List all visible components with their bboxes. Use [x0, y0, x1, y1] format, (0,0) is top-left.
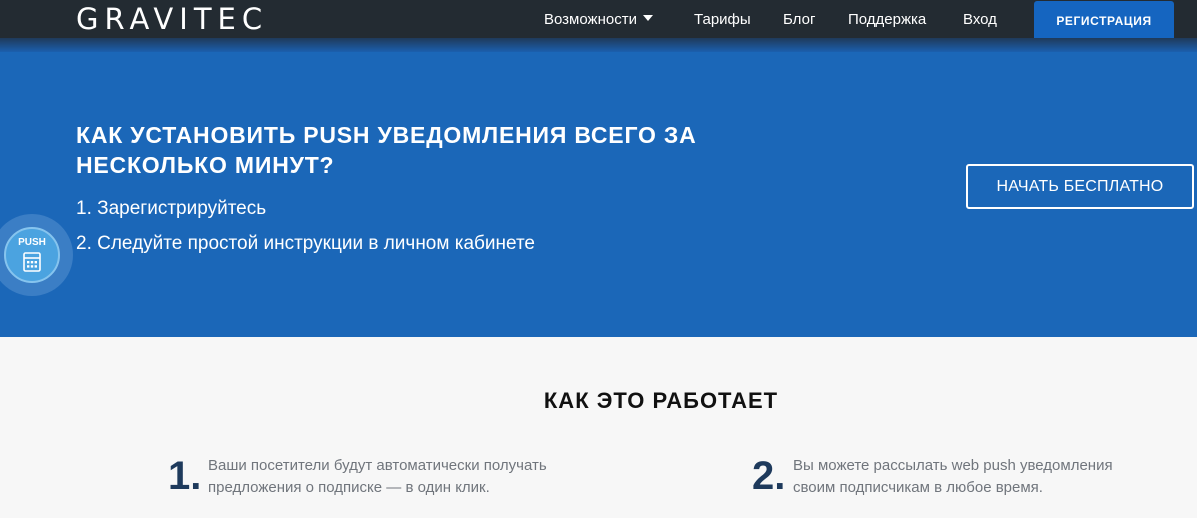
how-it-works-title: КАК ЭТО РАБОТАЕТ — [543, 388, 779, 413]
nav-item-features-label: Возможности — [544, 11, 637, 28]
hero-step-1: 1. Зарегистрируйтесь — [76, 198, 267, 219]
step-number-1: 1. — [168, 454, 202, 498]
header-divider — [0, 38, 1197, 52]
site-header: GRAVITEC Возможности Тарифы Блог Поддерж… — [0, 0, 1197, 41]
register-button[interactable]: РЕГИСТРАЦИЯ — [1034, 1, 1174, 41]
nav-item-blog[interactable]: Блог — [783, 11, 815, 29]
hero-banner: КАК УСТАНОВИТЬ PUSH УВЕДОМЛЕНИЯ ВСЕГО ЗА… — [0, 52, 1197, 337]
step-text-1: Ваши посетители будут автоматически полу… — [208, 457, 547, 496]
calendar-icon — [23, 252, 41, 272]
hero-title: КАК УСТАНОВИТЬ PUSH УВЕДОМЛЕНИЯ ВСЕГО ЗА… — [76, 122, 697, 178]
chevron-down-icon — [642, 15, 653, 22]
step-number-2: 2. — [752, 454, 786, 498]
nav-item-features[interactable]: Возможности — [544, 11, 653, 29]
push-widget-label: PUSH — [18, 237, 46, 248]
push-widget-button[interactable]: PUSH — [4, 227, 60, 283]
hero-step-2: 2. Следуйте простой инструкции в личном … — [76, 233, 535, 254]
nav-item-pricing[interactable]: Тарифы — [694, 11, 751, 29]
nav-item-login[interactable]: Вход — [963, 11, 997, 29]
step-text-2: Вы можете рассылать web push уведомления… — [793, 457, 1113, 496]
gravitec-logo[interactable]: GRAVITEC — [76, 3, 268, 35]
nav-item-support[interactable]: Поддержка — [848, 11, 926, 29]
start-free-button[interactable]: НАЧАТЬ БЕСПЛАТНО — [966, 164, 1194, 209]
